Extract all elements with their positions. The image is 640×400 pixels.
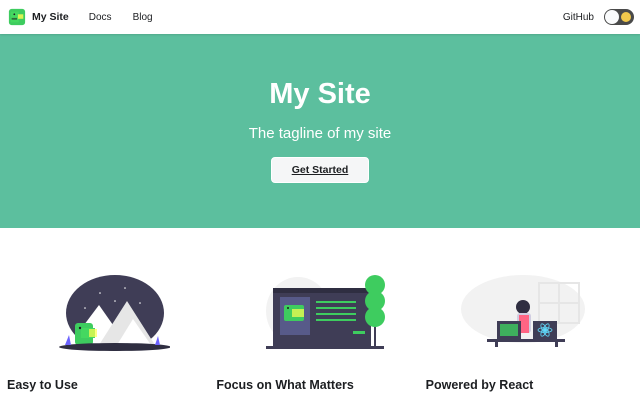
site-title: My Site xyxy=(32,11,69,23)
features-section: Easy to Use Focus on What Matters Powere… xyxy=(0,228,640,400)
navbar-right: GitHub xyxy=(563,9,634,25)
hero-banner: My Site The tagline of my site Get Start… xyxy=(0,34,640,228)
navbar: My Site Docs Blog GitHub xyxy=(0,0,640,34)
navbar-brand[interactable]: My Site xyxy=(8,8,69,26)
react-desk-illustration xyxy=(460,275,585,347)
nav-link-github[interactable]: GitHub xyxy=(563,12,594,23)
browser-tree-illustration xyxy=(266,275,386,349)
mountain-dinosaur-illustration xyxy=(59,275,170,351)
feature-focus-on-what-matters: Focus on What Matters xyxy=(215,228,424,400)
feature-powered-by-react: Powered by React xyxy=(425,228,634,400)
toggle-thumb xyxy=(605,10,619,24)
sun-icon xyxy=(621,12,631,22)
nav-link-docs[interactable]: Docs xyxy=(89,12,112,23)
navbar-left: My Site Docs Blog xyxy=(8,8,174,26)
feature-title: Powered by React xyxy=(425,378,534,392)
feature-title: Focus on What Matters xyxy=(216,378,354,392)
dinosaur-logo-icon xyxy=(8,8,26,26)
feature-title: Easy to Use xyxy=(7,378,78,392)
get-started-button[interactable]: Get Started xyxy=(271,157,369,183)
feature-easy-to-use: Easy to Use xyxy=(6,228,215,400)
hero-title: My Site xyxy=(269,78,371,110)
nav-link-blog[interactable]: Blog xyxy=(133,12,153,23)
dark-mode-toggle[interactable] xyxy=(604,9,634,25)
hero-tagline: The tagline of my site xyxy=(248,125,392,142)
